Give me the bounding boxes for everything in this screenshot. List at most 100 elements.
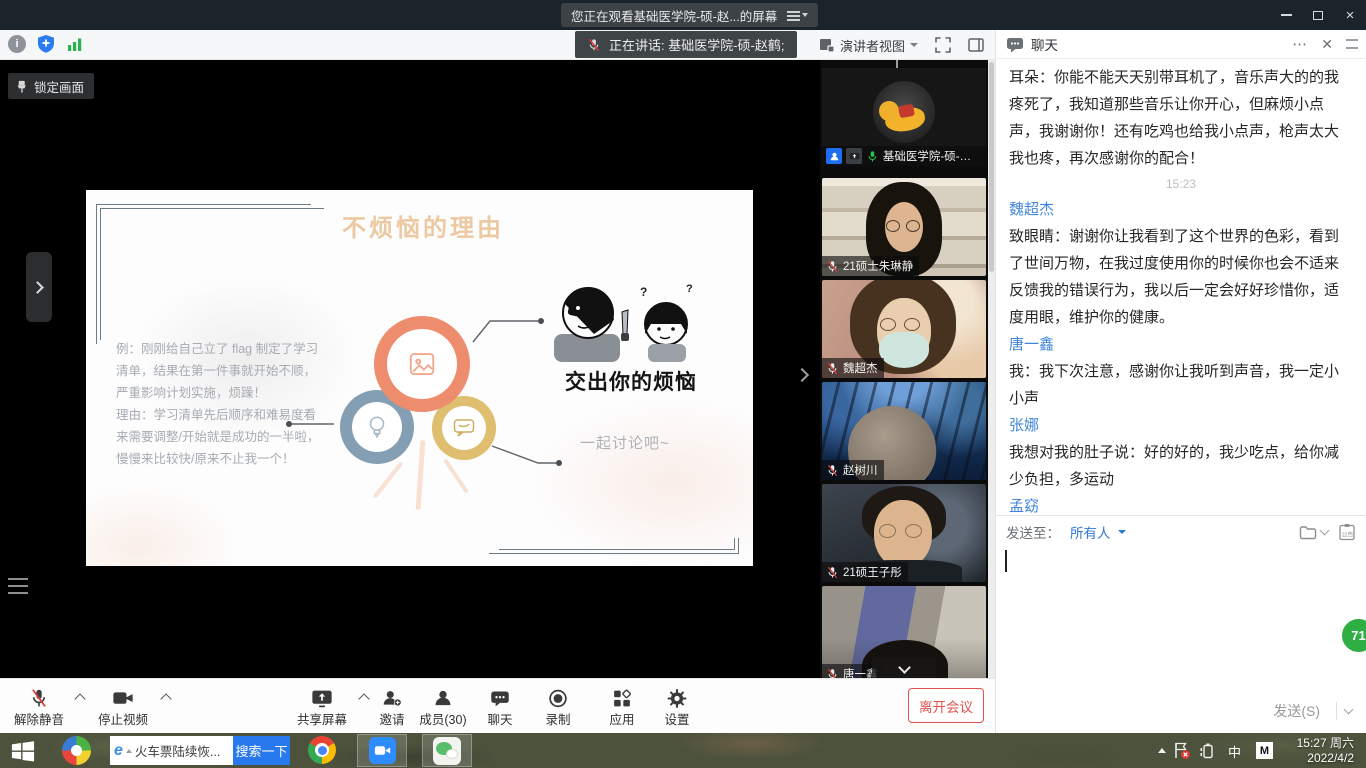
side-panel-icon[interactable]: [968, 37, 985, 53]
slide-example-text: 例：刚刚给自己立了 flag 制定了学习清单，结果在第一件事就开始不顺，严重影响…: [116, 338, 324, 404]
chat-sender-name: 孟窈: [1009, 493, 1353, 515]
participant-name: 赵树川: [843, 462, 878, 478]
participant-tile[interactable]: 魏超杰: [822, 280, 986, 378]
chat-bubble-icon: [1006, 36, 1024, 53]
participant-name: 基础医学院-硕-赵...: [883, 148, 980, 164]
ie-icon: e: [114, 742, 123, 760]
slide-corner-decoration: [100, 208, 324, 340]
participant-strip: 基础医学院-硕-赵... 21硕士朱琳静 魏超杰 赵树川: [820, 60, 988, 678]
share-screen-button[interactable]: 共享屏幕: [288, 686, 356, 730]
security-shield-icon[interactable]: [36, 34, 56, 54]
gear-icon: [665, 688, 689, 709]
chat-message: 我想对我的肚子说：好的好的，我少吃点，给你减少负担，多运动: [1009, 439, 1353, 493]
taskbar-search-text: 火车票陆续恢...: [135, 741, 220, 760]
fullscreen-icon[interactable]: [934, 36, 952, 54]
windows-taskbar: e 火车票陆续恢... 搜索一下 中 M 15:27 周六 2022/4/2: [0, 733, 1366, 768]
participant-tile[interactable]: 21硕王子彤: [822, 484, 986, 582]
minimize-button[interactable]: [1270, 0, 1302, 30]
scroll-up-chevron[interactable]: [896, 60, 908, 68]
announcement-icon[interactable]: 公告: [1338, 523, 1356, 541]
taskbar-search-button[interactable]: 搜索一下: [233, 736, 290, 765]
participant-tile[interactable]: 基础医学院-硕-赵...: [822, 68, 986, 166]
chevron-down-icon[interactable]: [1320, 526, 1330, 536]
video-options-chevron[interactable]: [160, 693, 171, 704]
pin-view-button[interactable]: 锁定画面: [8, 73, 94, 99]
mic-muted-icon: [826, 668, 839, 679]
screen-viewing-text: 您正在观看基础医学院-硕-赵...的屏幕: [571, 6, 777, 25]
meeting-topbar: i 演讲者视图: [0, 30, 995, 60]
chat-sender-name: 魏超杰: [1009, 196, 1353, 223]
clock-time: 15:27 周六: [1280, 736, 1354, 751]
mic-on-icon: [866, 150, 879, 163]
meme-caption: 交出你的烦恼: [546, 366, 716, 396]
chat-close-icon[interactable]: ✕: [1321, 36, 1333, 53]
taskbar-clock[interactable]: 15:27 周六 2022/4/2: [1280, 736, 1354, 766]
pin-view-label: 锁定画面: [34, 77, 84, 96]
discuss-text: 一起讨论吧~: [580, 432, 670, 453]
chat-message-list[interactable]: 耳朵：你能不能天天别带耳机了，音乐声大的的我疼死了，我知道那些音乐让你开心，但麻…: [996, 60, 1366, 515]
participant-tile[interactable]: 赵树川: [822, 382, 986, 480]
close-button[interactable]: ×: [1334, 0, 1366, 30]
taskbar-wechat-button[interactable]: [422, 734, 472, 767]
invite-button[interactable]: 邀请: [368, 686, 416, 730]
scrollbar-thumb[interactable]: [989, 62, 994, 272]
action-center-flag-icon[interactable]: [1172, 741, 1191, 760]
tray-expand-icon[interactable]: [1158, 748, 1166, 753]
browser-swirl-icon[interactable]: [62, 736, 91, 765]
stop-video-button[interactable]: 停止视频: [88, 686, 158, 730]
record-button[interactable]: 录制: [536, 686, 580, 730]
members-button[interactable]: 成员(30): [411, 686, 475, 730]
send-options-chevron[interactable]: [1344, 705, 1354, 715]
maximize-button[interactable]: [1302, 0, 1334, 30]
panel-handle-icon[interactable]: [1346, 39, 1358, 49]
presentation-slide: 不烦恼的理由 例：刚刚给自己立了 flag 制定了学习清单，结果在第一件事就开始…: [86, 190, 753, 566]
battery-icon[interactable]: [1198, 741, 1217, 760]
leave-meeting-button[interactable]: 离开会议: [908, 688, 984, 723]
layout-list-icon[interactable]: [8, 578, 28, 594]
view-mode-dropdown[interactable]: 演讲者视图: [819, 36, 918, 55]
settings-button[interactable]: 设置: [655, 686, 699, 730]
meeting-titlebar: 您正在观看基础医学院-硕-赵...的屏幕 ×: [0, 0, 1366, 30]
participant-name: 21硕王子彤: [843, 564, 902, 580]
participant-scrollbar[interactable]: [988, 60, 995, 678]
meeting-info-icon[interactable]: i: [8, 35, 26, 53]
chat-icon: [488, 688, 512, 709]
chat-button[interactable]: 聊天: [478, 686, 522, 730]
chat-input[interactable]: [996, 547, 1366, 697]
send-to-dropdown[interactable]: 所有人: [1070, 522, 1111, 542]
taskbar-voov-button[interactable]: [357, 734, 407, 767]
side-panel-toggle[interactable]: [26, 252, 52, 322]
chat-more-icon[interactable]: ⋯: [1292, 35, 1308, 53]
mic-muted-icon: [826, 464, 839, 477]
speaking-indicator: 正在讲话: 基础医学院-硕-赵鹤;: [575, 31, 797, 58]
image-icon: [407, 349, 437, 379]
chat-message: 耳朵：你能不能天天别带耳机了，音乐声大的的我疼死了，我知道那些音乐让你开心，但麻…: [1009, 64, 1353, 172]
slide-corner-decoration: [499, 538, 735, 550]
unmute-button[interactable]: 解除静音: [4, 686, 74, 730]
network-signal-icon[interactable]: [66, 35, 84, 53]
mic-muted-icon: [826, 362, 839, 375]
image-circle: [374, 316, 470, 412]
participant-tile[interactable]: 唐一鑫: [822, 586, 986, 678]
mic-options-chevron[interactable]: [74, 693, 85, 704]
start-button[interactable]: [8, 737, 38, 764]
banner-menu-icon[interactable]: [787, 13, 808, 17]
mic-muted-icon: [826, 566, 839, 579]
apps-button[interactable]: 应用: [600, 686, 644, 730]
scroll-down-chevron[interactable]: [872, 658, 936, 678]
tray-m-icon[interactable]: M: [1256, 742, 1273, 759]
chat-timestamp: 15:23: [1009, 172, 1353, 196]
chat-message: 我：我下次注意，感谢你让我听到声音，我一定小小声: [1009, 358, 1353, 412]
participant-name-pill: 魏超杰: [822, 358, 884, 378]
chat-message: 致眼睛：谢谢你让我看到了这个世界的色彩，看到了世间万物，在我过度使用你的时候你也…: [1009, 223, 1353, 331]
ime-indicator[interactable]: 中: [1228, 742, 1241, 761]
send-button[interactable]: 发送(S): [1265, 698, 1328, 724]
participant-tile[interactable]: 21硕士朱琳静: [822, 178, 986, 276]
thumbnail-collapse-toggle[interactable]: [792, 360, 812, 390]
file-folder-icon[interactable]: [1299, 524, 1317, 541]
taskbar-search-box[interactable]: e 火车票陆续恢...: [110, 736, 233, 765]
screen-viewing-banner[interactable]: 您正在观看基础医学院-硕-赵...的屏幕: [561, 3, 818, 27]
participant-name-pill: 21硕士朱琳静: [822, 256, 919, 276]
chrome-icon[interactable]: [308, 736, 336, 764]
participant-name-pill: 21硕王子彤: [822, 562, 908, 582]
